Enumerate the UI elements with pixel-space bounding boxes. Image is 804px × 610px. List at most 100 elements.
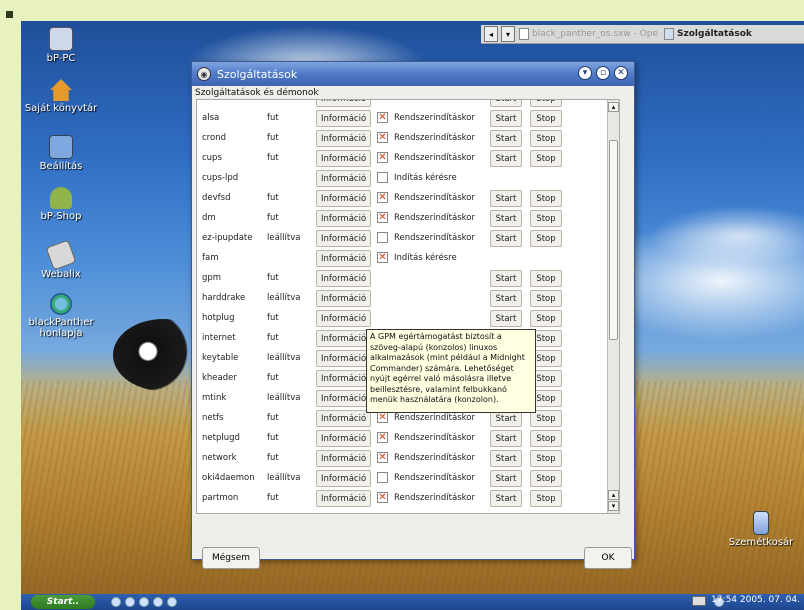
info-button[interactable]: Információ bbox=[316, 470, 372, 487]
stop-button[interactable]: Stop bbox=[530, 490, 562, 507]
info-button[interactable]: Információ bbox=[316, 410, 372, 427]
startup-checkbox[interactable]: ✕ bbox=[377, 132, 388, 143]
startup-checkbox[interactable] bbox=[377, 472, 388, 483]
startup-checkbox[interactable] bbox=[377, 232, 388, 243]
service-row: alsa fut Információ ✕ Rendszerindításkor Star… bbox=[197, 108, 619, 128]
globe-icon bbox=[50, 293, 72, 315]
startup-checkbox[interactable] bbox=[377, 172, 388, 183]
info-button[interactable]: Információ bbox=[316, 390, 372, 407]
quicklaunch-icon[interactable] bbox=[125, 597, 135, 607]
desktop-icon-settings[interactable]: Beállítás bbox=[21, 135, 101, 172]
desktop-icon-webalix[interactable]: Webalix bbox=[21, 239, 101, 280]
stop-button[interactable]: Stop bbox=[530, 190, 562, 207]
stop-button[interactable]: Stop bbox=[530, 290, 562, 307]
start-button[interactable]: Start bbox=[490, 270, 522, 287]
startup-checkbox[interactable]: ✕ bbox=[377, 112, 388, 123]
quicklaunch-icon[interactable] bbox=[153, 597, 163, 607]
startup-checkbox[interactable]: ✕ bbox=[377, 212, 388, 223]
stop-button[interactable]: Stop bbox=[530, 470, 562, 487]
window-titlebar[interactable]: ◉ Szolgáltatások ▾ ▫ ✕ bbox=[192, 62, 634, 86]
start-button[interactable]: Start.. bbox=[31, 595, 95, 609]
taskbar-item-document[interactable]: black_panther_os.sxw - Ope bbox=[519, 28, 658, 40]
info-button[interactable]: Információ bbox=[316, 430, 372, 447]
service-state: fut bbox=[267, 213, 279, 223]
start-button[interactable]: Start bbox=[490, 450, 522, 467]
start-button[interactable]: Start bbox=[490, 150, 522, 167]
stop-button[interactable]: Stop bbox=[530, 150, 562, 167]
desktop-icon-shop[interactable]: bP-Shop bbox=[21, 187, 101, 222]
info-button[interactable]: Információ bbox=[316, 230, 372, 247]
startup-label: Rendszerindításkor bbox=[394, 233, 475, 243]
start-button[interactable]: Start bbox=[490, 110, 522, 127]
desktop-icon-home[interactable]: Saját könyvtár bbox=[21, 79, 101, 114]
stop-button[interactable]: Stop bbox=[530, 100, 562, 107]
app-menu-icon[interactable]: ◉ bbox=[197, 67, 211, 81]
info-button[interactable]: Információ bbox=[316, 210, 372, 227]
close-icon[interactable]: ✕ bbox=[614, 66, 628, 80]
start-button[interactable]: Start bbox=[490, 490, 522, 507]
info-button[interactable]: Információ bbox=[316, 110, 372, 127]
info-button[interactable]: Információ bbox=[316, 310, 372, 327]
startup-checkbox[interactable]: ✕ bbox=[377, 252, 388, 263]
info-button[interactable]: Információ bbox=[316, 270, 372, 287]
ok-button[interactable]: OK bbox=[584, 547, 632, 569]
start-button[interactable]: Start bbox=[490, 130, 522, 147]
info-button[interactable]: Információ bbox=[316, 250, 372, 267]
start-button[interactable]: Start bbox=[490, 100, 522, 107]
clock: 17:54 2005. 07. 04. bbox=[711, 595, 800, 605]
minimize-icon[interactable]: ▾ bbox=[578, 66, 592, 80]
desktop-icon-bp-pc[interactable]: bP-PC bbox=[21, 27, 101, 64]
start-button[interactable]: Start bbox=[490, 230, 522, 247]
stop-button[interactable]: Stop bbox=[530, 230, 562, 247]
info-button[interactable]: Információ bbox=[316, 330, 372, 347]
start-button[interactable]: Start bbox=[490, 190, 522, 207]
stop-button[interactable]: Stop bbox=[530, 130, 562, 147]
info-button[interactable]: Információ bbox=[316, 170, 372, 187]
startup-checkbox[interactable]: ✕ bbox=[377, 432, 388, 443]
start-button[interactable]: Start bbox=[490, 310, 522, 327]
stop-button[interactable]: Stop bbox=[530, 210, 562, 227]
startup-checkbox[interactable]: ✕ bbox=[377, 152, 388, 163]
start-button[interactable]: Start bbox=[490, 290, 522, 307]
quicklaunch-icon[interactable] bbox=[167, 597, 177, 607]
stop-button[interactable]: Stop bbox=[530, 430, 562, 447]
info-button[interactable]: Információ bbox=[316, 150, 372, 167]
start-button[interactable]: Start bbox=[490, 470, 522, 487]
info-button[interactable]: Információ bbox=[316, 190, 372, 207]
cancel-button[interactable]: Mégsem bbox=[202, 547, 260, 569]
taskbar-item-services[interactable]: Szolgáltatások bbox=[664, 28, 752, 40]
info-button[interactable]: Információ bbox=[316, 350, 372, 367]
vertical-scrollbar[interactable]: ▴ ▴ ▾ bbox=[607, 100, 619, 513]
scrollbar-thumb[interactable] bbox=[609, 140, 618, 340]
scroll-up-icon[interactable]: ▴ bbox=[608, 102, 619, 112]
start-button[interactable]: Start bbox=[490, 430, 522, 447]
startup-checkbox[interactable]: ✕ bbox=[377, 452, 388, 463]
scroll-down-icon[interactable]: ▾ bbox=[501, 26, 515, 42]
quicklaunch-icon[interactable] bbox=[139, 597, 149, 607]
stop-button[interactable]: Stop bbox=[530, 110, 562, 127]
startup-checkbox[interactable]: ✕ bbox=[377, 192, 388, 203]
info-button[interactable]: Információ bbox=[316, 450, 372, 467]
scroll-down-icon[interactable]: ▾ bbox=[608, 501, 619, 511]
info-button[interactable]: Információ bbox=[316, 130, 372, 147]
info-button[interactable]: Információ bbox=[316, 490, 372, 507]
window-title: Szolgáltatások bbox=[217, 67, 298, 81]
desktop-icon-homepage[interactable]: blackPanther honlapja bbox=[21, 293, 101, 339]
service-name: mtink bbox=[202, 393, 227, 403]
info-button[interactable]: Információ bbox=[316, 290, 372, 307]
stop-button[interactable]: Stop bbox=[530, 310, 562, 327]
info-button[interactable]: Információ bbox=[316, 370, 372, 387]
desktop-icon-trash[interactable]: Szemétkosár bbox=[721, 511, 801, 548]
scroll-up-icon[interactable]: ▴ bbox=[608, 490, 619, 500]
start-button[interactable]: Start bbox=[490, 210, 522, 227]
keyboard-layout-icon[interactable] bbox=[692, 596, 706, 606]
startup-checkbox[interactable]: ✕ bbox=[377, 412, 388, 423]
stop-button[interactable]: Stop bbox=[530, 270, 562, 287]
stop-button[interactable]: Stop bbox=[530, 450, 562, 467]
quicklaunch-icon[interactable] bbox=[111, 597, 121, 607]
startup-checkbox[interactable]: ✕ bbox=[377, 492, 388, 503]
maximize-icon[interactable]: ▫ bbox=[596, 66, 610, 80]
info-button[interactable]: Információ bbox=[316, 100, 372, 107]
scroll-left-icon[interactable]: ◂ bbox=[484, 26, 498, 42]
service-row: netplugd fut Információ ✕ Rendszerindításkor… bbox=[197, 428, 619, 448]
